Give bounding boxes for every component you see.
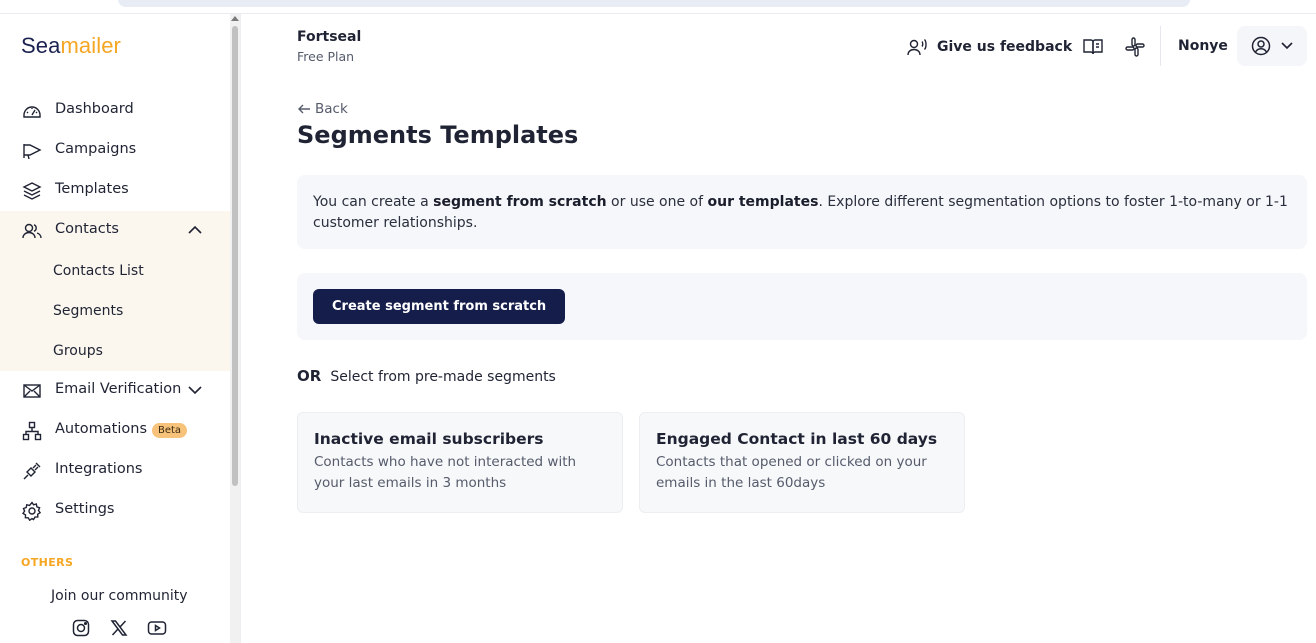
header-divider	[1160, 26, 1161, 66]
sidebar-item-integrations[interactable]: Integrations	[0, 450, 230, 490]
sidebar-item-templates[interactable]: Templates	[0, 170, 230, 210]
info-banner: You can create a segment from scratch or…	[297, 175, 1307, 249]
back-link[interactable]: Back	[297, 101, 348, 117]
select-premade-label: Select from pre-made segments	[330, 369, 556, 385]
others-section-label: OTHERS	[21, 556, 74, 569]
sidebar-item-label: Campaigns	[55, 141, 137, 157]
sidebar-item-label: Contacts	[55, 221, 119, 237]
sidebar-item-label: Dashboard	[55, 101, 134, 117]
plan-label: Free Plan	[297, 49, 355, 64]
community-label: Join our community	[51, 588, 188, 604]
card-description: Contacts that opened or clicked on your …	[656, 454, 927, 491]
sidebar-item-contacts[interactable]: Contacts	[0, 210, 230, 250]
brand-logo[interactable]: Seamailer	[21, 33, 121, 59]
sidebar-subitem-contacts-list[interactable]: Contacts List	[53, 263, 144, 279]
book-icon[interactable]	[1082, 36, 1104, 58]
card-description: Contacts who have not interacted with yo…	[314, 454, 577, 491]
create-segment-panel: Create segment from scratch	[297, 273, 1307, 340]
create-segment-button[interactable]: Create segment from scratch	[313, 289, 566, 324]
beta-badge: Beta	[152, 423, 188, 438]
back-label: Back	[315, 101, 348, 117]
youtube-icon[interactable]	[147, 618, 167, 638]
chevron-up-icon[interactable]	[186, 223, 204, 237]
gear-icon	[22, 501, 42, 521]
chevron-down-icon[interactable]	[186, 383, 204, 397]
slack-icon[interactable]	[1124, 36, 1146, 58]
sidebar-item-settings[interactable]: Settings	[0, 490, 230, 530]
sidebar-item-campaigns[interactable]: Campaigns	[0, 130, 230, 170]
user-menu-button[interactable]	[1237, 26, 1307, 66]
premade-segments-heading: OR Select from pre-made segments	[297, 367, 556, 385]
sidebar-item-label: Email Verification	[55, 381, 182, 397]
workflow-icon	[22, 421, 42, 441]
browser-top-strip	[0, 0, 1316, 14]
dashboard-gauge-icon	[23, 106, 41, 118]
sidebar-item-label: Integrations	[55, 461, 143, 477]
feedback-label: Give us feedback	[937, 39, 1073, 55]
x-icon[interactable]	[109, 618, 129, 638]
sidebar-item-label: Automations	[55, 421, 148, 437]
segment-template-card-inactive[interactable]: Inactive email subscribers Contacts who …	[297, 412, 623, 513]
organization-name: Fortseal	[297, 29, 362, 45]
sidebar-scrollbar-thumb[interactable]	[232, 26, 238, 486]
card-title: Engaged Contact in last 60 days	[656, 430, 938, 448]
user-avatar-icon	[1251, 36, 1271, 56]
envelope-icon	[23, 384, 41, 398]
megaphone-icon	[23, 144, 42, 160]
page-title: Segments Templates	[297, 121, 579, 149]
sidebar-item-email-verification[interactable]: Email Verification	[0, 370, 230, 410]
feedback-voice-icon	[907, 39, 927, 56]
info-text: or use one of	[606, 194, 708, 210]
user-name: Nonye	[1178, 38, 1228, 54]
sidebar-item-label: Templates	[55, 181, 129, 197]
sidebar-subitem-groups[interactable]: Groups	[53, 343, 103, 359]
logo-part-sea: Sea	[21, 33, 61, 58]
address-bar-edge	[118, 0, 1190, 7]
segment-template-card-engaged[interactable]: Engaged Contact in last 60 days Contacts…	[639, 412, 965, 513]
users-icon	[22, 223, 42, 239]
card-title: Inactive email subscribers	[314, 430, 544, 448]
instagram-icon[interactable]	[71, 618, 91, 638]
chevron-down-icon	[1281, 42, 1293, 50]
sidebar-item-label: Settings	[55, 501, 115, 517]
sidebar-item-automations[interactable]: Automations Beta	[0, 410, 230, 450]
sidebar: Seamailer Dashboard Campaigns Templates …	[0, 14, 241, 643]
plug-icon	[23, 462, 41, 480]
feedback-button[interactable]: Give us feedback	[907, 37, 1072, 57]
or-label: OR	[297, 367, 322, 385]
scroll-up-arrow-icon[interactable]	[231, 16, 239, 21]
layers-icon	[22, 182, 42, 200]
info-bold-scratch: segment from scratch	[433, 194, 607, 210]
sidebar-item-dashboard[interactable]: Dashboard	[0, 90, 230, 130]
sidebar-subitem-segments[interactable]: Segments	[53, 303, 123, 319]
info-bold-templates: our templates	[707, 194, 819, 210]
info-text: You can create a	[313, 194, 434, 210]
arrow-left-icon	[298, 104, 310, 114]
logo-part-mailer: mailer	[60, 33, 121, 58]
